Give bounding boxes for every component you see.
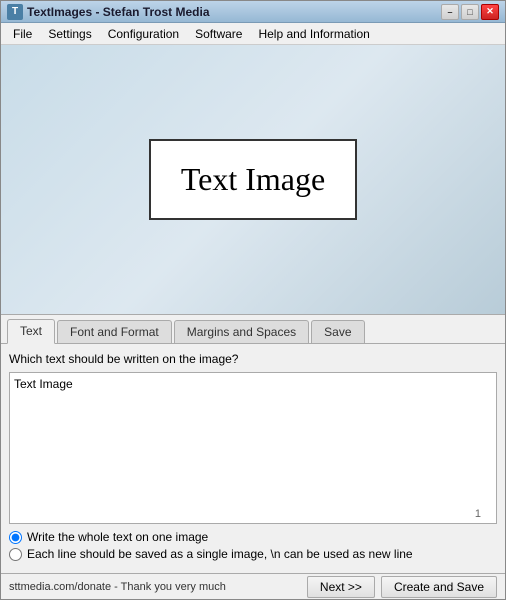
close-button[interactable]: ✕	[481, 4, 499, 20]
content-panel: Which text should be written on the imag…	[1, 344, 505, 573]
preview-area: Text Image	[1, 45, 505, 315]
preview-text: Text Image	[181, 161, 325, 197]
window-title: TextImages - Stefan Trost Media	[27, 5, 210, 19]
radio-whole-image[interactable]	[9, 531, 22, 544]
menu-help[interactable]: Help and Information	[250, 25, 377, 43]
radio-option-each-line[interactable]: Each line should be saved as a single im…	[9, 547, 497, 561]
radio-whole-label: Write the whole text on one image	[27, 530, 208, 544]
app-window: T TextImages - Stefan Trost Media – □ ✕ …	[0, 0, 506, 600]
menu-configuration[interactable]: Configuration	[100, 25, 187, 43]
status-buttons: Next >> Create and Save	[307, 576, 497, 598]
menu-settings[interactable]: Settings	[40, 25, 99, 43]
minimize-button[interactable]: –	[441, 4, 459, 20]
title-bar-left: T TextImages - Stefan Trost Media	[7, 4, 210, 20]
tabs-container: Text Font and Format Margins and Spaces …	[1, 315, 505, 344]
menu-bar: File Settings Configuration Software Hel…	[1, 23, 505, 45]
tab-font-format[interactable]: Font and Format	[57, 320, 172, 343]
preview-image: Text Image	[149, 139, 357, 220]
create-save-button[interactable]: Create and Save	[381, 576, 497, 598]
radio-each-line[interactable]	[9, 548, 22, 561]
status-bar: sttmedia.com/donate - Thank you very muc…	[1, 573, 505, 599]
status-text: sttmedia.com/donate - Thank you very muc…	[9, 581, 226, 593]
radio-each-line-label: Each line should be saved as a single im…	[27, 547, 413, 561]
next-button[interactable]: Next >>	[307, 576, 375, 598]
tab-margins-spaces[interactable]: Margins and Spaces	[174, 320, 309, 343]
menu-file[interactable]: File	[5, 25, 40, 43]
menu-software[interactable]: Software	[187, 25, 250, 43]
tab-text[interactable]: Text	[7, 319, 55, 344]
textarea-wrapper: Text Image 1	[9, 372, 497, 524]
window-controls: – □ ✕	[441, 4, 499, 20]
radio-group: Write the whole text on one image Each l…	[9, 530, 497, 565]
title-bar: T TextImages - Stefan Trost Media – □ ✕	[1, 1, 505, 23]
maximize-button[interactable]: □	[461, 4, 479, 20]
app-icon: T	[7, 4, 23, 20]
char-count: 1	[475, 508, 481, 520]
radio-option-whole[interactable]: Write the whole text on one image	[9, 530, 497, 544]
tab-save[interactable]: Save	[311, 320, 364, 343]
question-label: Which text should be written on the imag…	[9, 352, 497, 366]
text-input[interactable]: Text Image	[9, 372, 497, 524]
